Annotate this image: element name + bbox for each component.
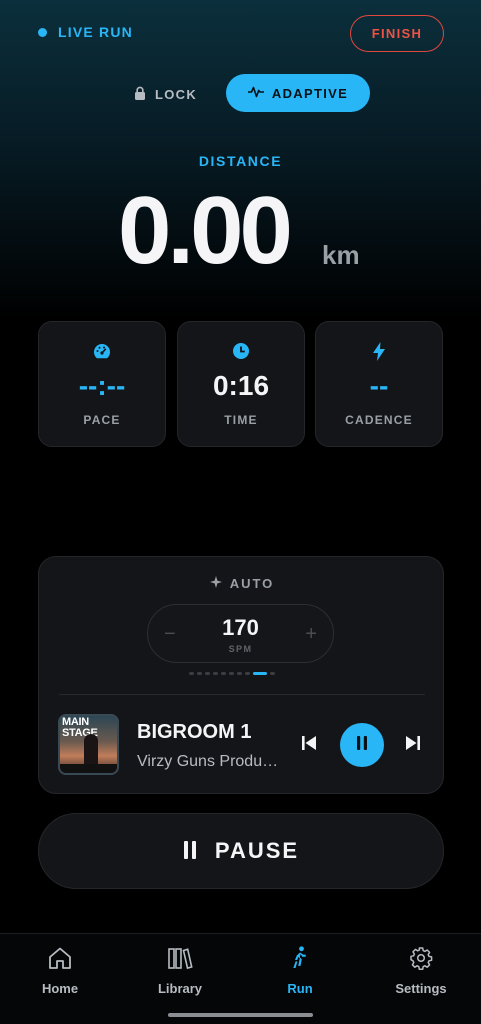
cadence-card: -- CADENCE (315, 321, 443, 447)
pulse-icon (247, 86, 264, 101)
speedometer-icon (39, 342, 165, 360)
panel-divider (59, 694, 425, 695)
lock-mode-option[interactable]: LOCK (128, 76, 203, 112)
track-title: BIGROOM 1 (137, 721, 252, 743)
adaptive-mode-label: ADAPTIVE (271, 85, 349, 101)
nav-item-home[interactable]: Home (10, 946, 110, 996)
page-dot (189, 672, 194, 675)
nav-label-home: Home (41, 981, 79, 996)
pause-icon (355, 735, 369, 756)
pace-value: --:-- (78, 370, 126, 401)
time-label: TIME (224, 413, 258, 427)
lock-icon (134, 86, 146, 103)
page-dot (229, 672, 234, 675)
clock-icon (178, 342, 304, 360)
sparkle-icon (209, 576, 222, 591)
nav-item-library[interactable]: Library (130, 946, 230, 996)
play-pause-button[interactable] (340, 723, 384, 767)
nav-label-settings: Settings (395, 981, 447, 996)
distance-label: DISTANCE (198, 153, 283, 169)
pace-label: PACE (83, 413, 121, 427)
finish-button[interactable]: FINISH (350, 15, 444, 52)
lock-mode-label: LOCK (155, 86, 198, 102)
skip-previous-icon (301, 736, 317, 755)
cadence-value: -- (369, 370, 389, 401)
time-card: 0:16 TIME (177, 321, 305, 447)
lightning-icon (316, 342, 442, 361)
page-dot (237, 672, 242, 675)
auto-mode-label: AUTO (229, 576, 275, 591)
music-cadence-panel: AUTO − 170 SPM + MAIN STAGE BIGROOM 1 Vi… (38, 556, 444, 794)
page-dot (270, 672, 275, 675)
page-dot (245, 672, 250, 675)
page-dot (221, 672, 226, 675)
previous-track-button[interactable] (301, 735, 317, 756)
distance-unit: km (322, 240, 360, 270)
page-dot (213, 672, 218, 675)
spm-stepper[interactable]: − 170 SPM + (147, 604, 334, 663)
pause-icon (183, 840, 197, 863)
live-status-dot (38, 27, 47, 37)
cadence-label: CADENCE (345, 413, 413, 427)
page-dot (197, 672, 202, 675)
nav-item-settings[interactable]: Settings (371, 946, 471, 996)
library-icon (167, 946, 193, 975)
pace-card: --:-- PACE (38, 321, 166, 447)
page-dot-active (253, 672, 267, 675)
home-icon (47, 946, 73, 975)
adaptive-mode-option[interactable]: ADAPTIVE (226, 74, 370, 112)
album-art: MAIN STAGE (58, 714, 119, 775)
live-run-indicator: LIVE RUN (38, 24, 133, 40)
walker-icon (290, 946, 310, 975)
pause-run-button[interactable]: PAUSE (38, 813, 444, 889)
system-home-indicator[interactable] (168, 1013, 313, 1017)
track-artist: Virzy Guns Productions (137, 753, 282, 770)
album-art-band (60, 764, 117, 773)
pause-run-label: PAUSE (214, 838, 300, 863)
gear-icon (409, 946, 433, 975)
live-run-label: LIVE RUN (58, 24, 133, 40)
increase-spm-button[interactable]: + (305, 623, 317, 646)
nav-label-library: Library (157, 981, 203, 996)
nav-label-run: Run (287, 981, 313, 996)
bottom-nav: Home Library Run Settings (0, 933, 481, 1024)
page-dot (205, 672, 210, 675)
distance-value: 0.00 (118, 177, 293, 284)
nav-item-run[interactable]: Run (250, 946, 350, 996)
time-value: 0:16 (212, 370, 270, 401)
next-track-button[interactable] (405, 735, 421, 756)
auto-mode-row[interactable]: AUTO (39, 576, 445, 591)
skip-next-icon (405, 736, 421, 755)
page-indicator (189, 672, 275, 675)
